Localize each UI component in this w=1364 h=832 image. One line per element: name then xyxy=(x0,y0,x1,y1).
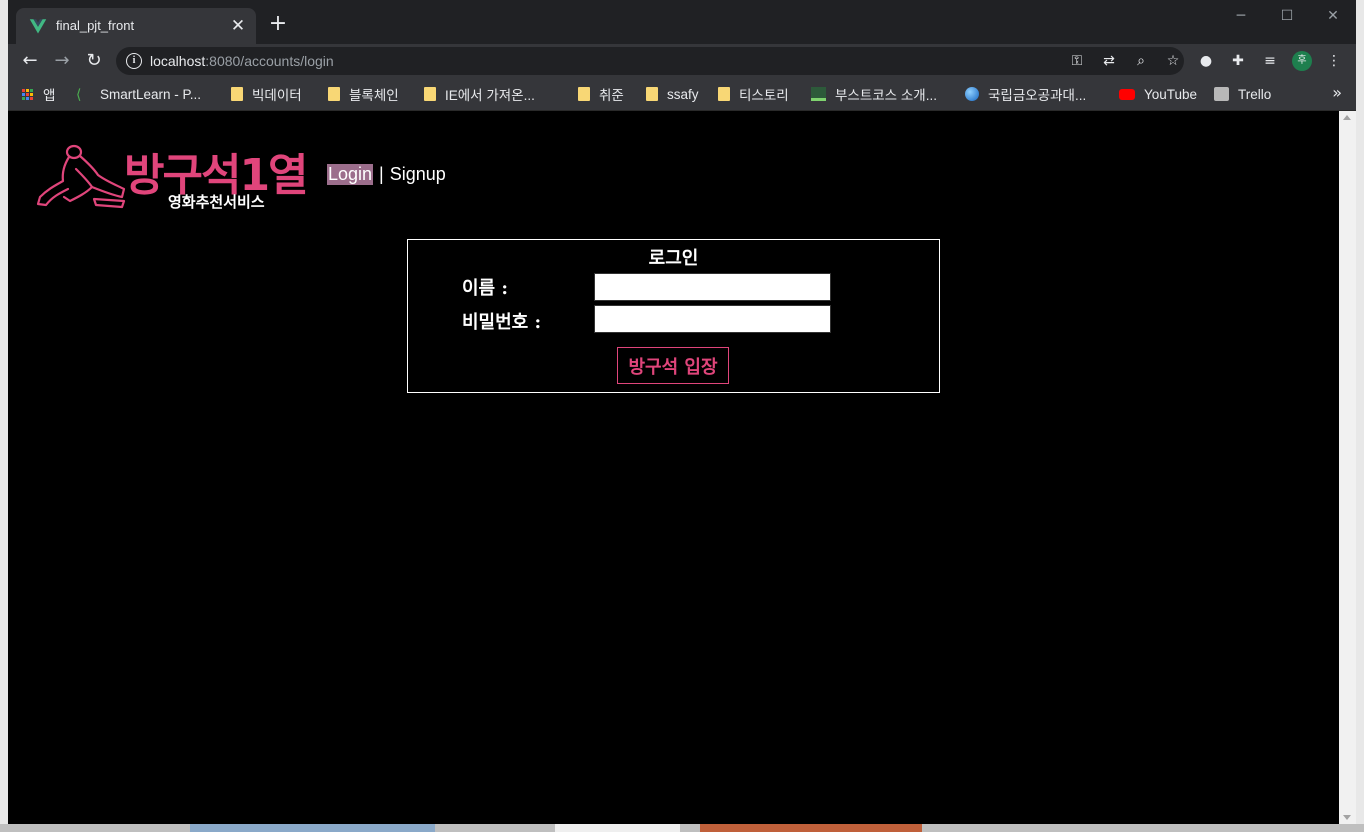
folder-icon xyxy=(646,87,658,101)
login-link[interactable]: Login xyxy=(327,164,374,185)
browser-window: final_pjt_front ✕ + ─ ☐ ✕ ← → ↻ i localh… xyxy=(8,0,1356,824)
scroll-down-arrow-icon[interactable] xyxy=(1343,815,1351,820)
media-control-icon[interactable]: ≡ xyxy=(1260,51,1280,71)
browser-toolbar: ← → ↻ i localhost:8080/accounts/login ⚿ … xyxy=(8,44,1356,78)
folder-icon xyxy=(718,87,730,101)
password-label: 비밀번호 : xyxy=(462,312,542,333)
login-form-title: 로그인 xyxy=(648,248,699,269)
bookmark-tistory[interactable]: 티스토리 xyxy=(718,84,789,104)
url-text[interactable]: localhost:8080/accounts/login xyxy=(150,53,334,69)
back-icon[interactable]: ← xyxy=(17,48,43,74)
stretching-figure-icon xyxy=(36,144,126,209)
page-viewport: 방구석1열 영화추천서비스 Login | Signup 로그인 이름 : 비밀… xyxy=(8,111,1339,824)
bookmark-blockchain[interactable]: 블록체인 xyxy=(328,84,399,104)
profile-avatar[interactable]: 후 xyxy=(1292,51,1312,71)
auth-nav: Login | Signup xyxy=(327,164,446,185)
folder-icon xyxy=(328,87,340,101)
title-bar: final_pjt_front ✕ + ─ ☐ ✕ xyxy=(8,0,1356,44)
translate-icon[interactable]: ⇄ xyxy=(1100,52,1118,70)
signup-link[interactable]: Signup xyxy=(390,164,446,185)
forward-icon[interactable]: → xyxy=(49,48,75,74)
bookmark-trello[interactable]: Trello xyxy=(1214,84,1271,104)
apps-grid-icon xyxy=(22,88,33,100)
minimize-icon[interactable]: ─ xyxy=(1221,4,1261,28)
bookmark-star-icon[interactable]: ☆ xyxy=(1164,52,1182,70)
reload-icon[interactable]: ↻ xyxy=(81,48,107,74)
browser-tab[interactable]: final_pjt_front ✕ xyxy=(16,8,256,44)
nav-separator: | xyxy=(379,164,384,184)
tab-title: final_pjt_front xyxy=(56,18,135,33)
extension-globe-icon[interactable]: ● xyxy=(1196,51,1216,71)
key-icon[interactable]: ⚿ xyxy=(1068,52,1086,70)
address-bar[interactable]: i localhost:8080/accounts/login ⚿ ⇄ ⌕ ☆ xyxy=(116,47,1184,75)
bookmark-youtube[interactable]: YouTube xyxy=(1119,84,1197,104)
username-label: 이름 : xyxy=(462,278,509,299)
bookmark-kumoh[interactable]: 국립금오공과대... xyxy=(965,84,1086,104)
site-logo[interactable]: 방구석1열 영화추천서비스 xyxy=(36,141,309,211)
desktop-background-right xyxy=(1356,0,1364,832)
bookmark-ssafy[interactable]: ssafy xyxy=(646,84,699,104)
bookmark-jobs[interactable]: 취준 xyxy=(578,84,624,104)
page-scrollbar[interactable] xyxy=(1339,111,1356,824)
folder-icon xyxy=(578,87,590,101)
folder-icon xyxy=(424,87,436,101)
folder-icon xyxy=(231,87,243,101)
maximize-icon[interactable]: ☐ xyxy=(1267,4,1307,28)
bookmark-boostcourse[interactable]: 부스트코스 소개... xyxy=(811,84,937,104)
logo-subtitle: 영화추천서비스 xyxy=(168,193,265,211)
bookmark-apps[interactable]: 앱 xyxy=(22,84,55,104)
desktop-background-bottom xyxy=(0,824,1364,832)
smartlearn-icon: ⟨ xyxy=(76,86,82,102)
menu-icon[interactable]: ⋮ xyxy=(1324,51,1344,71)
vue-logo-icon xyxy=(29,19,47,34)
close-tab-icon[interactable]: ✕ xyxy=(226,14,250,38)
zoom-icon[interactable]: ⌕ xyxy=(1132,52,1150,70)
youtube-icon xyxy=(1119,88,1135,100)
new-tab-icon[interactable]: + xyxy=(266,12,290,36)
boostcourse-icon xyxy=(811,87,826,101)
bookmark-smartlearn[interactable]: ⟨ SmartLearn - P... xyxy=(76,84,201,104)
username-input[interactable] xyxy=(594,273,831,301)
bookmark-ie-imported[interactable]: IE에서 가져온... xyxy=(424,84,535,104)
bookmark-bigdata[interactable]: 빅데이터 xyxy=(231,84,302,104)
close-window-icon[interactable]: ✕ xyxy=(1313,4,1353,28)
bookmarks-bar: 앱 ⟨ SmartLearn - P... 빅데이터 블록체인 IE에서 가져온… xyxy=(8,78,1356,111)
password-input[interactable] xyxy=(594,305,831,333)
login-form: 로그인 이름 : 비밀번호 : 방구석 입장 xyxy=(407,239,940,393)
desktop-background-left xyxy=(0,0,8,832)
globe-icon xyxy=(965,87,979,101)
extensions-puzzle-icon[interactable]: ✚ xyxy=(1228,51,1248,71)
scroll-up-arrow-icon[interactable] xyxy=(1343,115,1351,120)
more-bookmarks-icon[interactable]: » xyxy=(1332,83,1342,102)
trello-icon xyxy=(1214,87,1229,101)
site-info-icon[interactable]: i xyxy=(126,53,142,69)
login-submit-button[interactable]: 방구석 입장 xyxy=(617,347,729,384)
